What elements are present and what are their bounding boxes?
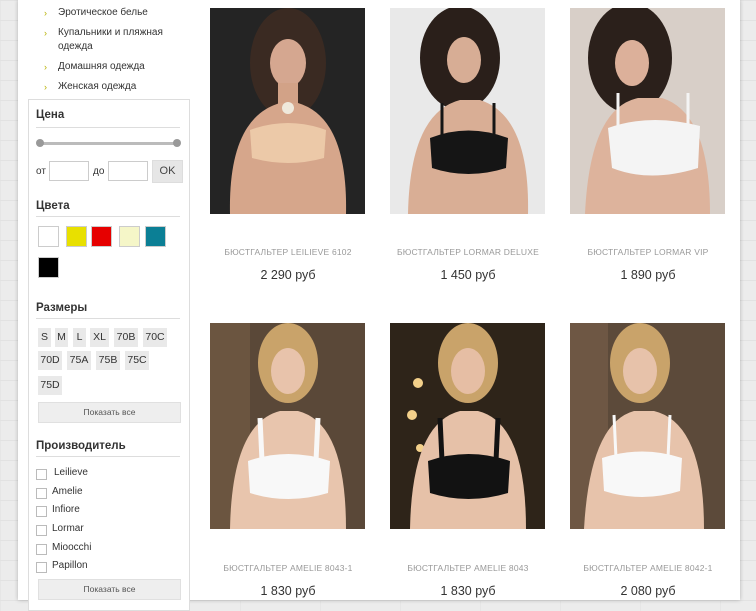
chevron-right-icon: ›: [44, 82, 47, 92]
product-price: 1 890 руб: [620, 268, 676, 282]
size-option[interactable]: M: [55, 328, 68, 347]
product-price: 1 830 руб: [260, 584, 316, 598]
divider: [36, 318, 180, 319]
divider: [36, 216, 180, 217]
price-from-input[interactable]: [49, 161, 89, 181]
color-swatch-red[interactable]: [91, 226, 112, 247]
product-image[interactable]: [210, 8, 365, 214]
product-image[interactable]: [570, 323, 725, 529]
maker-label: Papillon: [52, 560, 88, 571]
product-name[interactable]: БЮСТГАЛЬТЕР LEILIEVE 6102: [193, 247, 383, 257]
product-name[interactable]: БЮСТГАЛЬТЕР AMELIE 8042-1: [553, 563, 743, 573]
size-option[interactable]: 75A: [67, 351, 91, 370]
chevron-right-icon: ›: [44, 8, 47, 18]
color-swatch-white[interactable]: [38, 226, 59, 247]
maker-label: Leilieve: [54, 467, 88, 478]
maker-checkbox[interactable]: [36, 544, 47, 555]
category-label: Женская одежда: [58, 81, 137, 92]
chevron-right-icon: ›: [44, 62, 47, 72]
size-option[interactable]: L: [73, 328, 86, 347]
category-label: Домашняя одежда: [58, 61, 145, 72]
color-swatch-teal[interactable]: [145, 226, 166, 247]
product-price: 2 080 руб: [620, 584, 676, 598]
sizes-show-all-button[interactable]: Показать все: [38, 402, 181, 423]
maker-label: Lormar: [52, 523, 84, 534]
product-price: 1 450 руб: [440, 268, 496, 282]
maker-label: Amelie: [52, 486, 83, 497]
size-option[interactable]: 70B: [114, 328, 138, 347]
category-item[interactable]: › Купальники и пляжная одежда: [44, 26, 194, 54]
maker-label: Infiore: [52, 504, 80, 515]
product-image[interactable]: [570, 8, 725, 214]
price-from-label: от: [36, 166, 46, 177]
size-option[interactable]: 75D: [38, 376, 62, 395]
category-list: › Эротическое белье › Купальники и пляжн…: [44, 0, 194, 100]
product-image[interactable]: [390, 323, 545, 529]
page-container: › Эротическое белье › Купальники и пляжн…: [18, 0, 743, 611]
price-to-input[interactable]: [108, 161, 148, 181]
price-slider-max-handle[interactable]: [173, 139, 181, 147]
chevron-right-icon: ›: [44, 28, 47, 38]
price-heading: Цена: [36, 109, 65, 121]
maker-checkbox[interactable]: [36, 562, 47, 573]
price-slider-min-handle[interactable]: [36, 139, 44, 147]
product-image[interactable]: [210, 323, 365, 529]
size-option[interactable]: 75B: [96, 351, 120, 370]
product-name[interactable]: БЮСТГАЛЬТЕР AMELIE 8043-1: [193, 563, 383, 573]
maker-checkbox[interactable]: [36, 506, 47, 517]
price-ok-button[interactable]: OK: [152, 160, 183, 183]
colors-heading: Цвета: [36, 200, 70, 212]
maker-heading: Производитель: [36, 440, 126, 452]
size-option[interactable]: 70D: [38, 351, 62, 370]
price-slider-track[interactable]: [39, 142, 177, 145]
divider: [36, 127, 180, 128]
filter-panel: Цена от до OK Цвета Размеры S M L XL 70B…: [28, 99, 190, 611]
color-swatch-yellow[interactable]: [66, 226, 87, 247]
price-to-label: до: [93, 166, 105, 177]
category-label: Купальники и пляжная одежда: [58, 27, 163, 52]
divider: [36, 456, 180, 457]
maker-checkbox[interactable]: [36, 469, 47, 480]
maker-checkbox[interactable]: [36, 488, 47, 499]
product-price: 1 830 руб: [440, 584, 496, 598]
maker-label: Mioocchi: [52, 542, 92, 553]
category-item[interactable]: › Эротическое белье: [44, 6, 194, 20]
size-option[interactable]: S: [38, 328, 51, 347]
category-item[interactable]: › Женская одежда: [44, 80, 194, 94]
product-name[interactable]: БЮСТГАЛЬТЕР LORMAR DELUXE: [373, 247, 563, 257]
maker-show-all-button[interactable]: Показать все: [38, 579, 181, 600]
color-swatch-black[interactable]: [38, 257, 59, 278]
maker-checkbox[interactable]: [36, 525, 47, 536]
category-item[interactable]: › Домашняя одежда: [44, 60, 194, 74]
product-name[interactable]: БЮСТГАЛЬТЕР LORMAR VIP: [553, 247, 743, 257]
product-price: 2 290 руб: [260, 268, 316, 282]
product-name[interactable]: БЮСТГАЛЬТЕР AMELIE 8043: [373, 563, 563, 573]
color-swatch-cream[interactable]: [119, 226, 140, 247]
size-option[interactable]: XL: [90, 328, 109, 347]
category-label: Эротическое белье: [58, 7, 148, 18]
size-option[interactable]: 75C: [125, 351, 149, 370]
sizes-heading: Размеры: [36, 302, 88, 314]
product-image[interactable]: [390, 8, 545, 214]
size-option[interactable]: 70C: [143, 328, 167, 347]
